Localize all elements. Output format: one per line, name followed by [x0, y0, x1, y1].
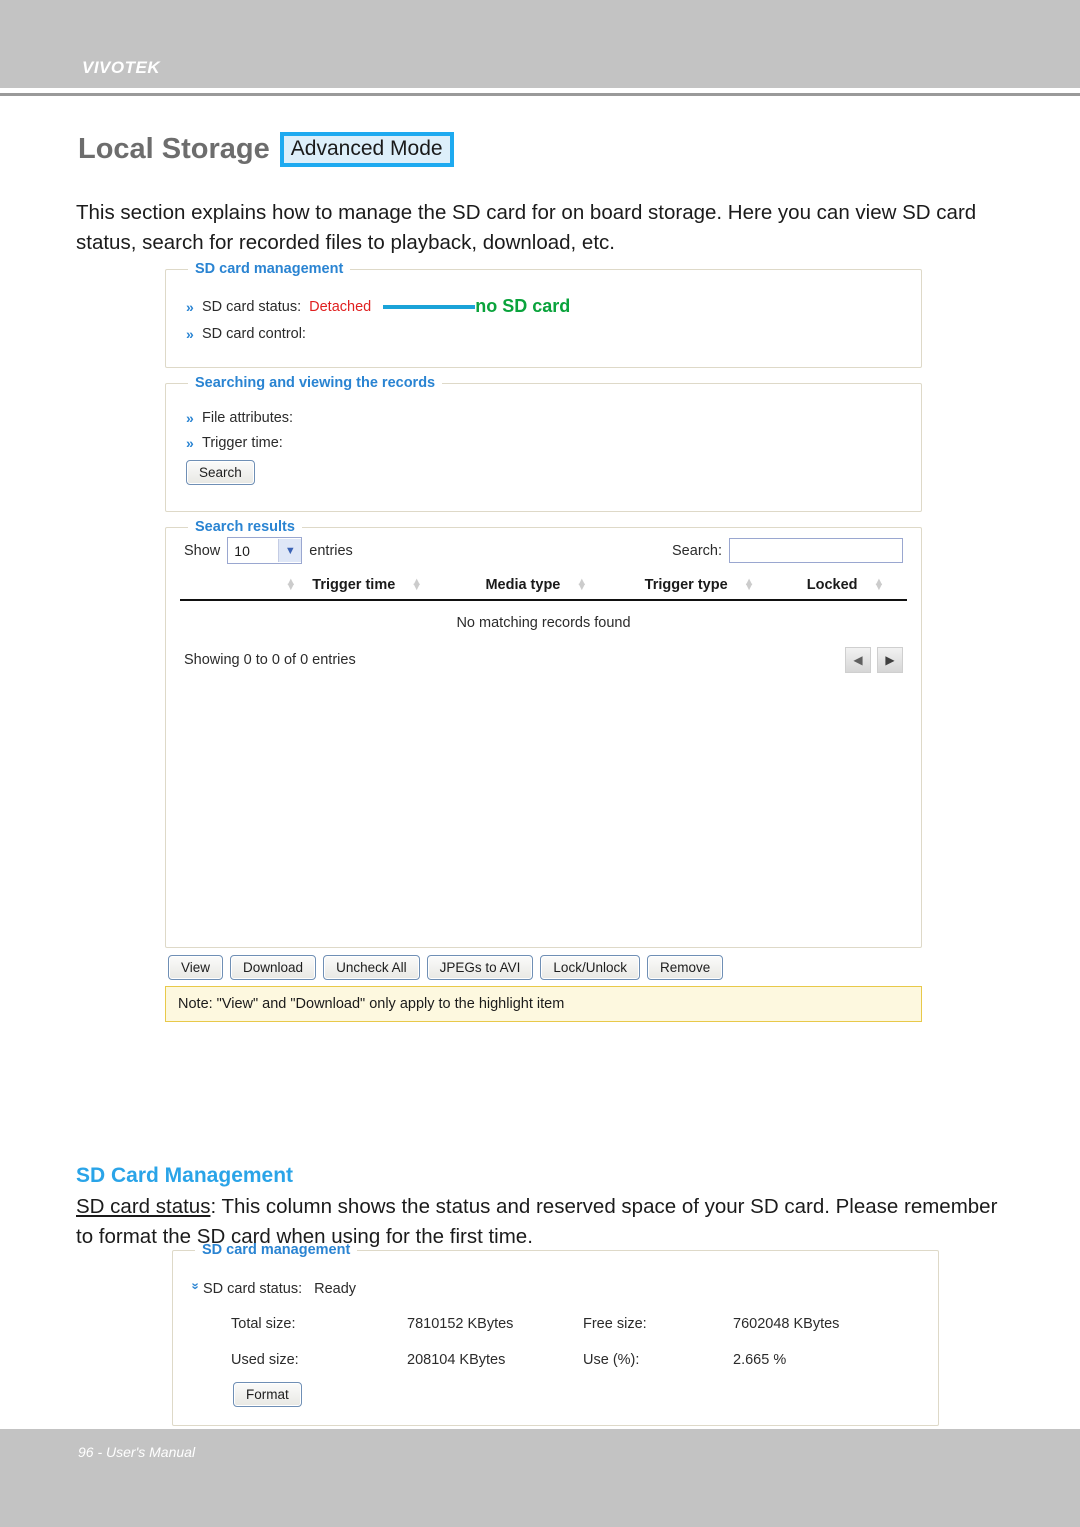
results-toolbar: Show 10 ▼ entries Search:: [180, 537, 907, 564]
note-banner: Note: "View" and "Download" only apply t…: [165, 986, 922, 1022]
results-footer: Showing 0 to 0 of 0 entries ◀ ▶: [180, 645, 907, 673]
chevron-right-icon: »: [186, 298, 194, 315]
sd-card-status-detail-row: » SD card status: Ready: [189, 1281, 924, 1297]
sd-card-size-table: Total size: 7810152 KBytes Free size: 76…: [231, 1306, 839, 1378]
local-storage-ui-figure: SD card management » SD card status: Det…: [165, 261, 922, 1022]
column-label: Locked: [806, 577, 858, 593]
show-entries-label: Show: [184, 542, 221, 559]
column-header-media-type[interactable]: Media type ▲ ▼: [457, 574, 616, 601]
table-row-empty: No matching records found: [180, 600, 907, 645]
sort-icon[interactable]: ▲ ▼: [576, 577, 587, 593]
column-label: Trigger time: [312, 577, 396, 593]
sd-card-status-detail-value: Ready: [314, 1281, 357, 1297]
used-size-value: 208104 KBytes: [407, 1352, 506, 1368]
section-heading-sd-card-management: SD Card Management: [76, 1164, 294, 1187]
search-results-table: ▲ ▼ Trigger time ▲ ▼ Media type ▲ ▼ Trig…: [180, 574, 907, 645]
column-header-locked[interactable]: Locked ▲ ▼: [784, 574, 907, 601]
footer-page-label: 96 - User's Manual: [78, 1444, 196, 1460]
file-attributes-row: » File attributes:: [186, 410, 907, 426]
searching-records-panel: Searching and viewing the records » File…: [165, 375, 922, 512]
download-button[interactable]: Download: [230, 955, 317, 980]
no-sd-card-callout: no SD card: [475, 296, 571, 316]
table-row: Total size: 7810152 KBytes Free size: 76…: [231, 1306, 839, 1342]
sd-card-status-detail-label: SD card status:: [203, 1281, 303, 1297]
lock-unlock-button[interactable]: Lock/Unlock: [540, 955, 640, 980]
sort-icon[interactable]: ▲ ▼: [874, 577, 885, 593]
searching-records-legend: Searching and viewing the records: [195, 375, 436, 391]
sd-card-status-term: SD card status: [76, 1195, 211, 1218]
search-button[interactable]: Search: [186, 460, 255, 485]
column-header-trigger-type[interactable]: Trigger type ▲ ▼: [615, 574, 785, 601]
sort-icon[interactable]: ▲ ▼: [744, 577, 755, 593]
sd-card-status-value: Detached: [309, 298, 372, 315]
header-divider: [0, 93, 1080, 96]
callout-leader-line: [383, 304, 476, 309]
chevron-right-icon: »: [186, 435, 194, 451]
no-records-message: No matching records found: [456, 615, 631, 631]
sd-card-management-legend: SD card management: [195, 261, 344, 277]
page-title: Local Storage: [78, 133, 270, 166]
use-percent-value: 2.665 %: [733, 1352, 787, 1368]
sd-card-management-detail-figure: SD card management » SD card status: Rea…: [172, 1242, 939, 1433]
free-size-label: Free size:: [583, 1316, 647, 1332]
previous-page-button[interactable]: ◀: [845, 647, 871, 673]
table-row: Used size: 208104 KBytes Use (%): 2.665 …: [231, 1342, 839, 1378]
search-results-panel: Search results Show 10 ▼ entries Search:: [165, 519, 922, 948]
column-header-blank: [180, 574, 250, 601]
free-size-value: 7602048 KBytes: [733, 1316, 840, 1332]
sd-card-control-row: » SD card control:: [186, 326, 907, 342]
remove-button[interactable]: Remove: [646, 955, 724, 980]
sd-card-status-row: » SD card status: Detached no SD card: [186, 296, 907, 317]
column-label: Trigger type: [644, 577, 728, 593]
section-body-rest: : This column shows the status and reser…: [76, 1195, 998, 1248]
entries-per-page-select[interactable]: 10 ▼: [227, 537, 303, 564]
column-header-trigger-time[interactable]: ▲ ▼ Trigger time ▲ ▼: [250, 574, 458, 601]
page-header-bar: [0, 0, 1080, 88]
sd-card-management-panel: SD card management » SD card status: Det…: [165, 261, 922, 368]
column-label: Media type: [485, 577, 561, 593]
next-page-button[interactable]: ▶: [877, 647, 903, 673]
record-action-buttons: View Download Uncheck All JPEGs to AVI L…: [168, 955, 922, 980]
entries-word-label: entries: [309, 542, 353, 559]
page-title-row: Local Storage Advanced Mode: [78, 132, 454, 168]
total-size-label: Total size:: [231, 1316, 296, 1332]
used-size-label: Used size:: [231, 1352, 299, 1368]
search-input[interactable]: [729, 538, 903, 563]
entries-per-page-value: 10: [234, 542, 250, 559]
sd-card-status-label: SD card status:: [202, 298, 302, 315]
sd-card-management-detail-legend: SD card management: [202, 1242, 351, 1258]
jpegs-to-avi-button[interactable]: JPEGs to AVI: [426, 955, 534, 980]
sd-card-control-label: SD card control:: [202, 326, 306, 342]
trigger-time-label: Trigger time:: [202, 435, 283, 451]
use-percent-label: Use (%):: [583, 1352, 640, 1368]
chevron-down-icon: »: [188, 1282, 204, 1290]
sd-card-management-detail-panel: SD card management » SD card status: Rea…: [172, 1242, 939, 1426]
file-attributes-label: File attributes:: [202, 410, 294, 426]
search-results-legend: Search results: [195, 519, 295, 535]
intro-paragraph: This section explains how to manage the …: [76, 201, 977, 254]
results-empty-area: [180, 673, 907, 931]
showing-entries-text: Showing 0 to 0 of 0 entries: [184, 652, 356, 668]
uncheck-all-button[interactable]: Uncheck All: [323, 955, 420, 980]
table-header-row: ▲ ▼ Trigger time ▲ ▼ Media type ▲ ▼ Trig…: [180, 574, 907, 601]
chevron-down-icon: ▼: [278, 539, 302, 562]
format-button[interactable]: Format: [233, 1382, 302, 1407]
total-size-value: 7810152 KBytes: [407, 1316, 514, 1332]
vivotek-logo: VIVOTEK: [82, 58, 161, 77]
advanced-mode-badge: Advanced Mode: [279, 132, 454, 168]
search-field-label: Search:: [672, 542, 722, 559]
chevron-right-icon: »: [186, 410, 194, 426]
chevron-right-icon: »: [186, 326, 194, 342]
view-button[interactable]: View: [168, 955, 224, 980]
sort-icon[interactable]: ▲ ▼: [411, 577, 422, 593]
trigger-time-row: » Trigger time:: [186, 435, 907, 451]
sort-icon[interactable]: ▲ ▼: [285, 577, 296, 593]
pagination: ◀ ▶: [845, 647, 903, 673]
